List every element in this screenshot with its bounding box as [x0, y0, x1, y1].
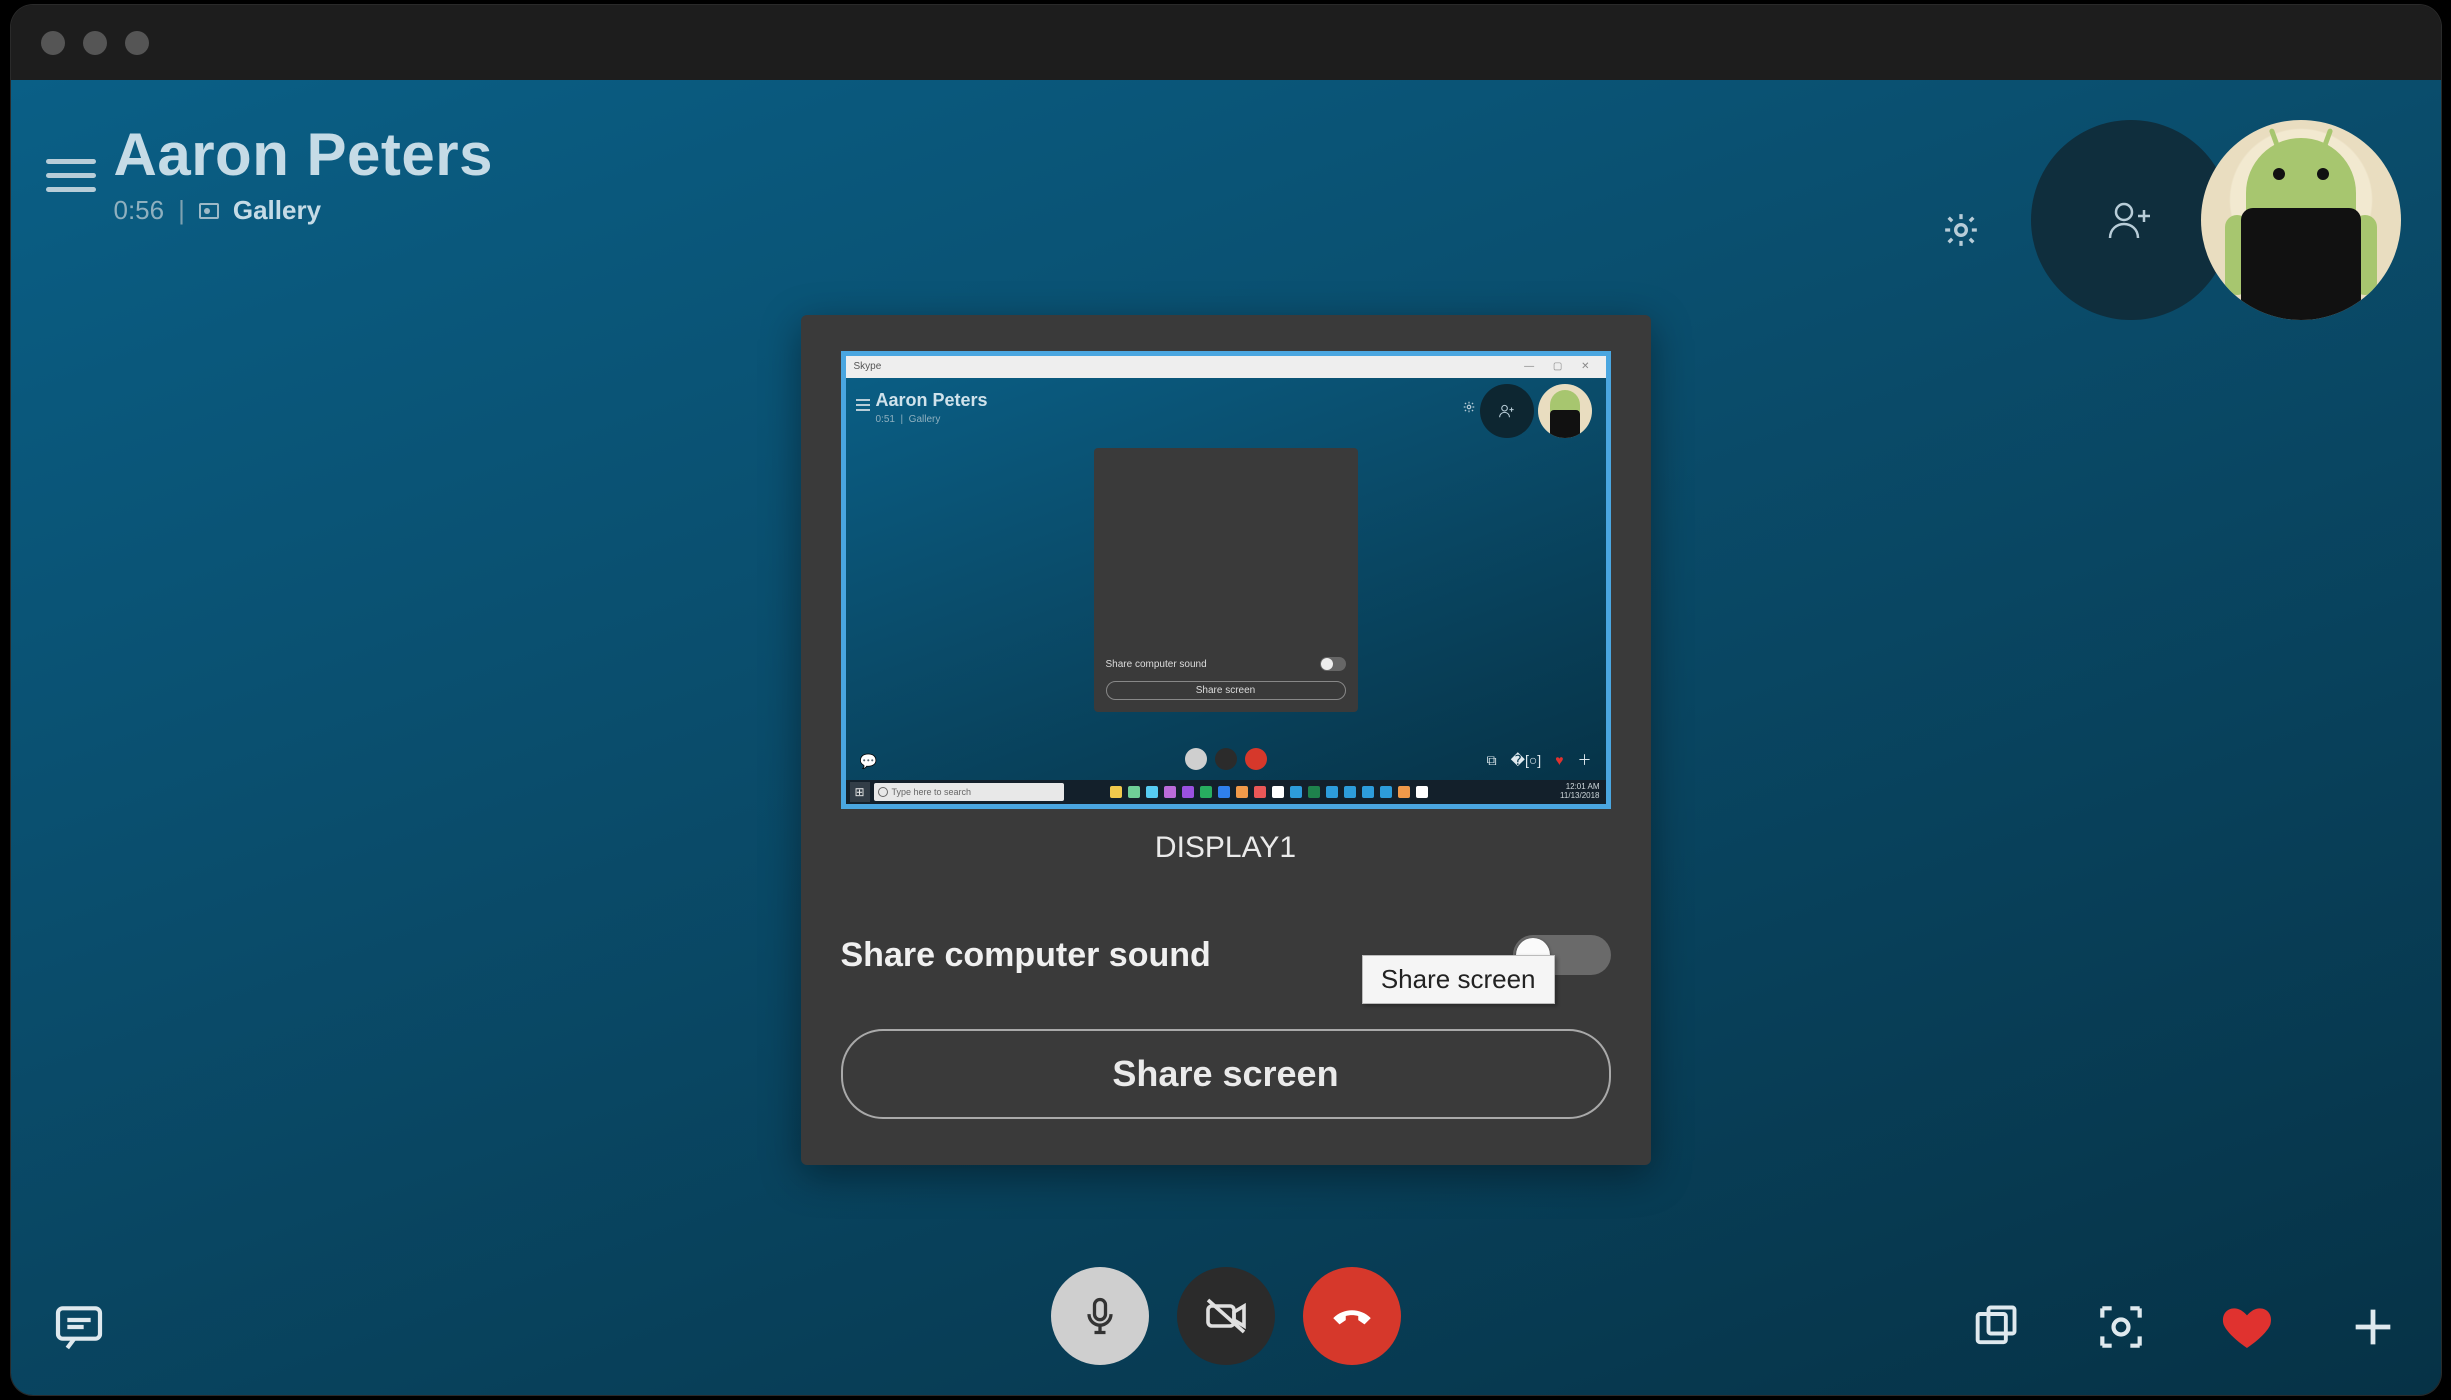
preview-window-title: Skype [854, 361, 882, 372]
preview-call-controls [1185, 748, 1267, 770]
preview-caller-name: Aaron Peters [876, 390, 988, 411]
reaction-button[interactable] [2219, 1299, 2275, 1355]
caller-name: Aaron Peters [114, 120, 493, 189]
preview-inner-share-button: Share screen [1106, 681, 1346, 700]
traffic-light-close[interactable] [41, 31, 65, 55]
end-call-button[interactable] [1303, 1267, 1401, 1365]
gallery-icon[interactable] [199, 203, 219, 219]
caller-info: Aaron Peters 0:56 | Gallery [114, 120, 493, 226]
preview-inner-panel: Share computer sound Share screen [1094, 448, 1358, 712]
settings-icon[interactable] [1941, 210, 1981, 250]
call-header: Aaron Peters 0:56 | Gallery [11, 80, 2441, 320]
menu-icon[interactable] [46, 150, 96, 201]
share-screen-tooltip: Share screen [1362, 955, 1555, 1004]
share-screen-icon[interactable] [1967, 1299, 2023, 1355]
display-preview[interactable]: Skype — ▢ ✕ Aaron Peters 0:51 | Gallery [841, 351, 1611, 809]
call-duration: 0:56 [114, 195, 165, 226]
preview-tray-icons [1070, 786, 1561, 798]
camera-toggle-button[interactable] [1177, 1267, 1275, 1365]
preview-clock: 12:01 AM 11/13/2018 [1560, 783, 1605, 801]
divider: | [178, 195, 185, 226]
bottom-right-controls [1967, 1299, 2401, 1355]
app-window: Aaron Peters 0:56 | Gallery [11, 5, 2441, 1395]
display-label: DISPLAY1 [841, 831, 1611, 865]
call-subline: 0:56 | Gallery [114, 195, 493, 226]
macos-titlebar [11, 5, 2441, 80]
traffic-light-zoom[interactable] [125, 31, 149, 55]
preview-subline: 0:51 | Gallery [876, 414, 941, 425]
preview-right-icons: ⧉�[○] ♥＋ [1487, 750, 1592, 770]
share-sound-label: Share computer sound [841, 936, 1211, 975]
preview-chat-icon: 💬 [860, 753, 877, 770]
snapshot-icon[interactable] [2093, 1299, 2149, 1355]
preview-window-titlebar: Skype — ▢ ✕ [846, 356, 1606, 378]
self-avatar[interactable] [2201, 120, 2401, 320]
traffic-light-minimize[interactable] [83, 31, 107, 55]
preview-window-buttons: — ▢ ✕ [1524, 356, 1597, 378]
preview-self-avatar [1538, 384, 1592, 438]
mute-button[interactable] [1051, 1267, 1149, 1365]
call-surface: Aaron Peters 0:56 | Gallery [11, 80, 2441, 1395]
preview-settings-icon [1462, 400, 1476, 414]
preview-start-button: ⊞ [850, 782, 870, 802]
preview-add-participant [1480, 384, 1534, 438]
preview-search-placeholder: Type here to search [892, 787, 972, 797]
preview-inner-toggle [1320, 657, 1346, 671]
share-screen-panel: Skype — ▢ ✕ Aaron Peters 0:51 | Gallery [801, 315, 1651, 1165]
preview-inner-sound-label: Share computer sound [1106, 659, 1207, 670]
preview-search-box: Type here to search [874, 783, 1064, 801]
preview-taskbar: ⊞ Type here to search [846, 780, 1606, 804]
gallery-link[interactable]: Gallery [233, 195, 321, 226]
more-button[interactable] [2345, 1299, 2401, 1355]
preview-menu-icon [856, 396, 870, 414]
share-screen-button[interactable]: Share screen [841, 1029, 1611, 1119]
